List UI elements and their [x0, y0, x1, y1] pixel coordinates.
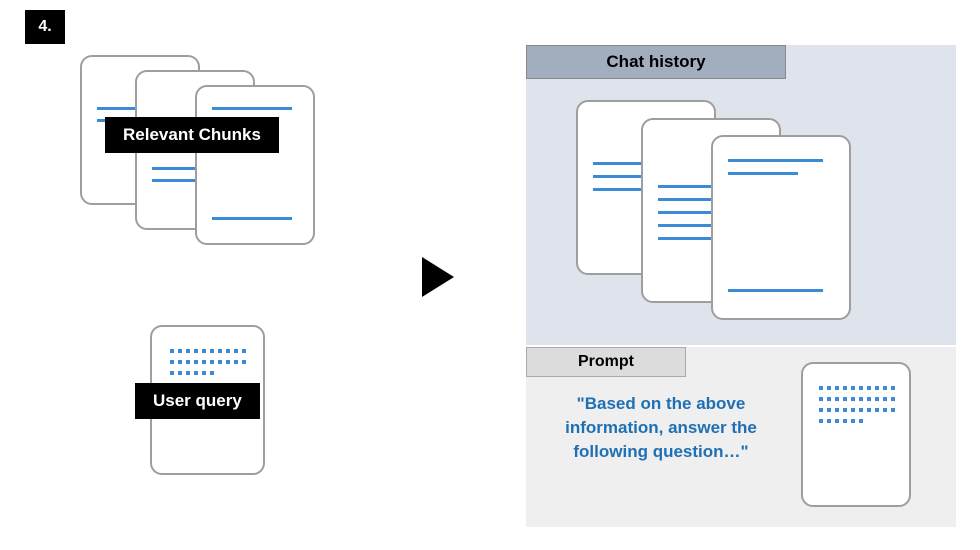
doc-dotrow [170, 371, 214, 375]
doc-dotrow [819, 397, 895, 401]
chat-history-docs-group [576, 100, 876, 330]
doc-line [658, 237, 713, 240]
user-query-group: User query [140, 325, 280, 505]
user-query-label: User query [135, 383, 260, 419]
chunk-doc-front [195, 85, 315, 245]
prompt-panel: Prompt "Based on the above information, … [526, 347, 956, 527]
step-number-badge: 4. [25, 10, 65, 44]
step-number-text: 4. [38, 18, 51, 36]
chat-history-tab: Chat history [526, 45, 786, 79]
relevant-chunks-label-text: Relevant Chunks [123, 125, 261, 144]
doc-line [728, 159, 823, 162]
relevant-chunks-label: Relevant Chunks [105, 117, 279, 153]
doc-dotrow [819, 408, 895, 412]
doc-line [728, 172, 798, 175]
doc-dotrow [819, 386, 895, 390]
doc-line [212, 107, 292, 110]
doc-dotrow [170, 360, 246, 364]
chat-history-panel: Chat history [526, 45, 956, 345]
doc-dotrow [170, 349, 246, 353]
doc-dotrow [819, 419, 863, 423]
history-doc-front [711, 135, 851, 320]
chat-history-label-text: Chat history [606, 52, 705, 72]
doc-line [728, 289, 823, 292]
prompt-doc-card [801, 362, 911, 507]
prompt-tab: Prompt [526, 347, 686, 377]
prompt-instruction-text: "Based on the above information, answer … [546, 392, 776, 463]
arrow-right-icon [420, 255, 458, 304]
doc-line [212, 217, 292, 220]
prompt-query-doc [801, 362, 916, 512]
relevant-chunks-group: Relevant Chunks [80, 55, 330, 255]
prompt-label-text: Prompt [578, 353, 634, 371]
user-query-label-text: User query [153, 391, 242, 410]
